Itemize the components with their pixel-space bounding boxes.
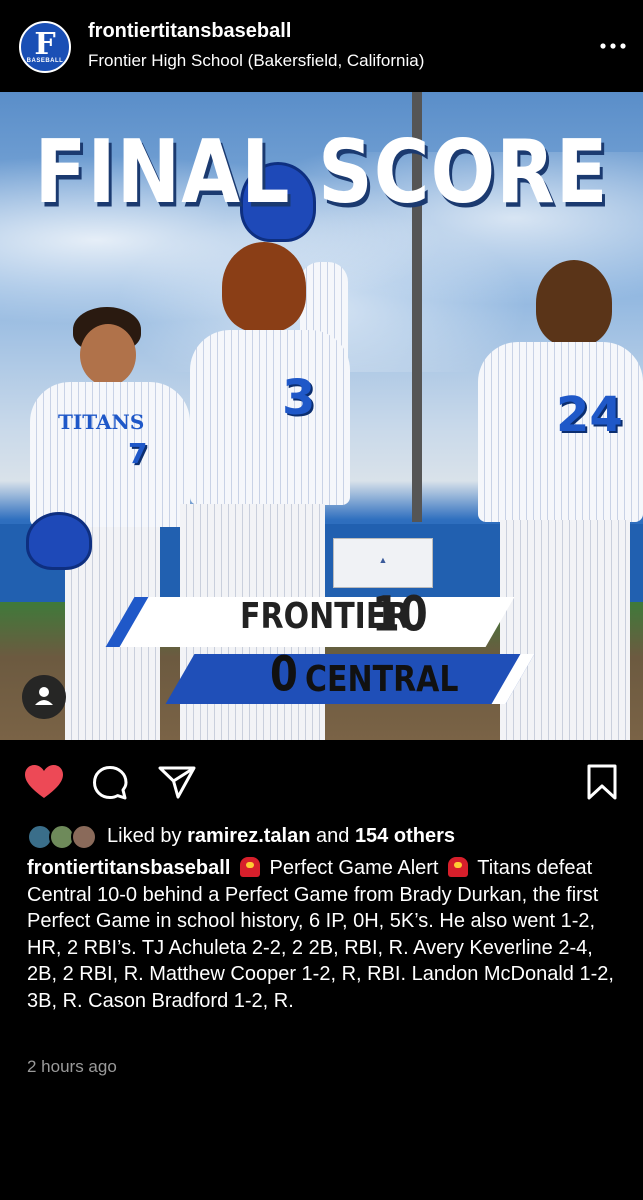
post-caption: frontiertitansbaseball Perfect Game Aler…: [27, 855, 627, 1014]
likes-count[interactable]: 154 others: [355, 825, 455, 847]
jersey-left-number: 7: [128, 437, 148, 470]
likes-row[interactable]: Liked by ramirez.talan and 154 others: [27, 822, 627, 852]
jersey-center-number: 3: [282, 370, 316, 426]
liker-avatar: [71, 824, 97, 850]
fence-sign: ▲: [333, 538, 433, 588]
caption-body: Titans defeat Central 10-0 behind a Perf…: [27, 857, 614, 1012]
comment-icon[interactable]: [92, 765, 128, 801]
post-timestamp: 2 hours ago: [27, 1057, 117, 1076]
caption-headline: Perfect Game Alert: [269, 857, 439, 879]
bookmark-icon[interactable]: [586, 764, 618, 800]
team2-score: 0: [270, 647, 298, 703]
likes-summary[interactable]: Liked by ramirez.talan and 154 others: [107, 825, 455, 848]
final-score-headline: FINAL SCORE: [34, 120, 609, 223]
user-tag-icon[interactable]: [22, 675, 66, 719]
jersey-left-word: TITANS: [58, 410, 145, 434]
post-image[interactable]: ▲ TITANS 7 3 24 FINAL SCORE FRONTIER 10 …: [0, 92, 643, 740]
siren-emoji-icon: [239, 857, 260, 877]
post-action-bar: [0, 740, 643, 822]
jersey-right-number: 24: [556, 387, 623, 443]
caption-username[interactable]: frontiertitansbaseball: [27, 857, 230, 879]
post-location[interactable]: Frontier High School (Bakersfield, Calif…: [88, 51, 424, 71]
helmet-in-hand: [26, 512, 92, 570]
more-horizontal-icon[interactable]: [598, 36, 628, 56]
post-header: F BASEBALL frontiertitansbaseball Fronti…: [0, 0, 643, 92]
team2-name: CENTRAL: [305, 658, 459, 701]
siren-emoji-icon: [448, 857, 469, 877]
send-icon[interactable]: [158, 765, 196, 799]
avatar-logo-letter: F: [34, 27, 56, 62]
avatar-logo-subtext: BASEBALL: [26, 58, 64, 64]
post-username[interactable]: frontiertitansbaseball: [88, 20, 291, 43]
heart-filled-icon[interactable]: [24, 764, 64, 800]
profile-avatar[interactable]: F BASEBALL: [19, 21, 71, 73]
team1-score: 10: [372, 587, 428, 643]
liker-username[interactable]: ramirez.talan: [187, 825, 310, 847]
